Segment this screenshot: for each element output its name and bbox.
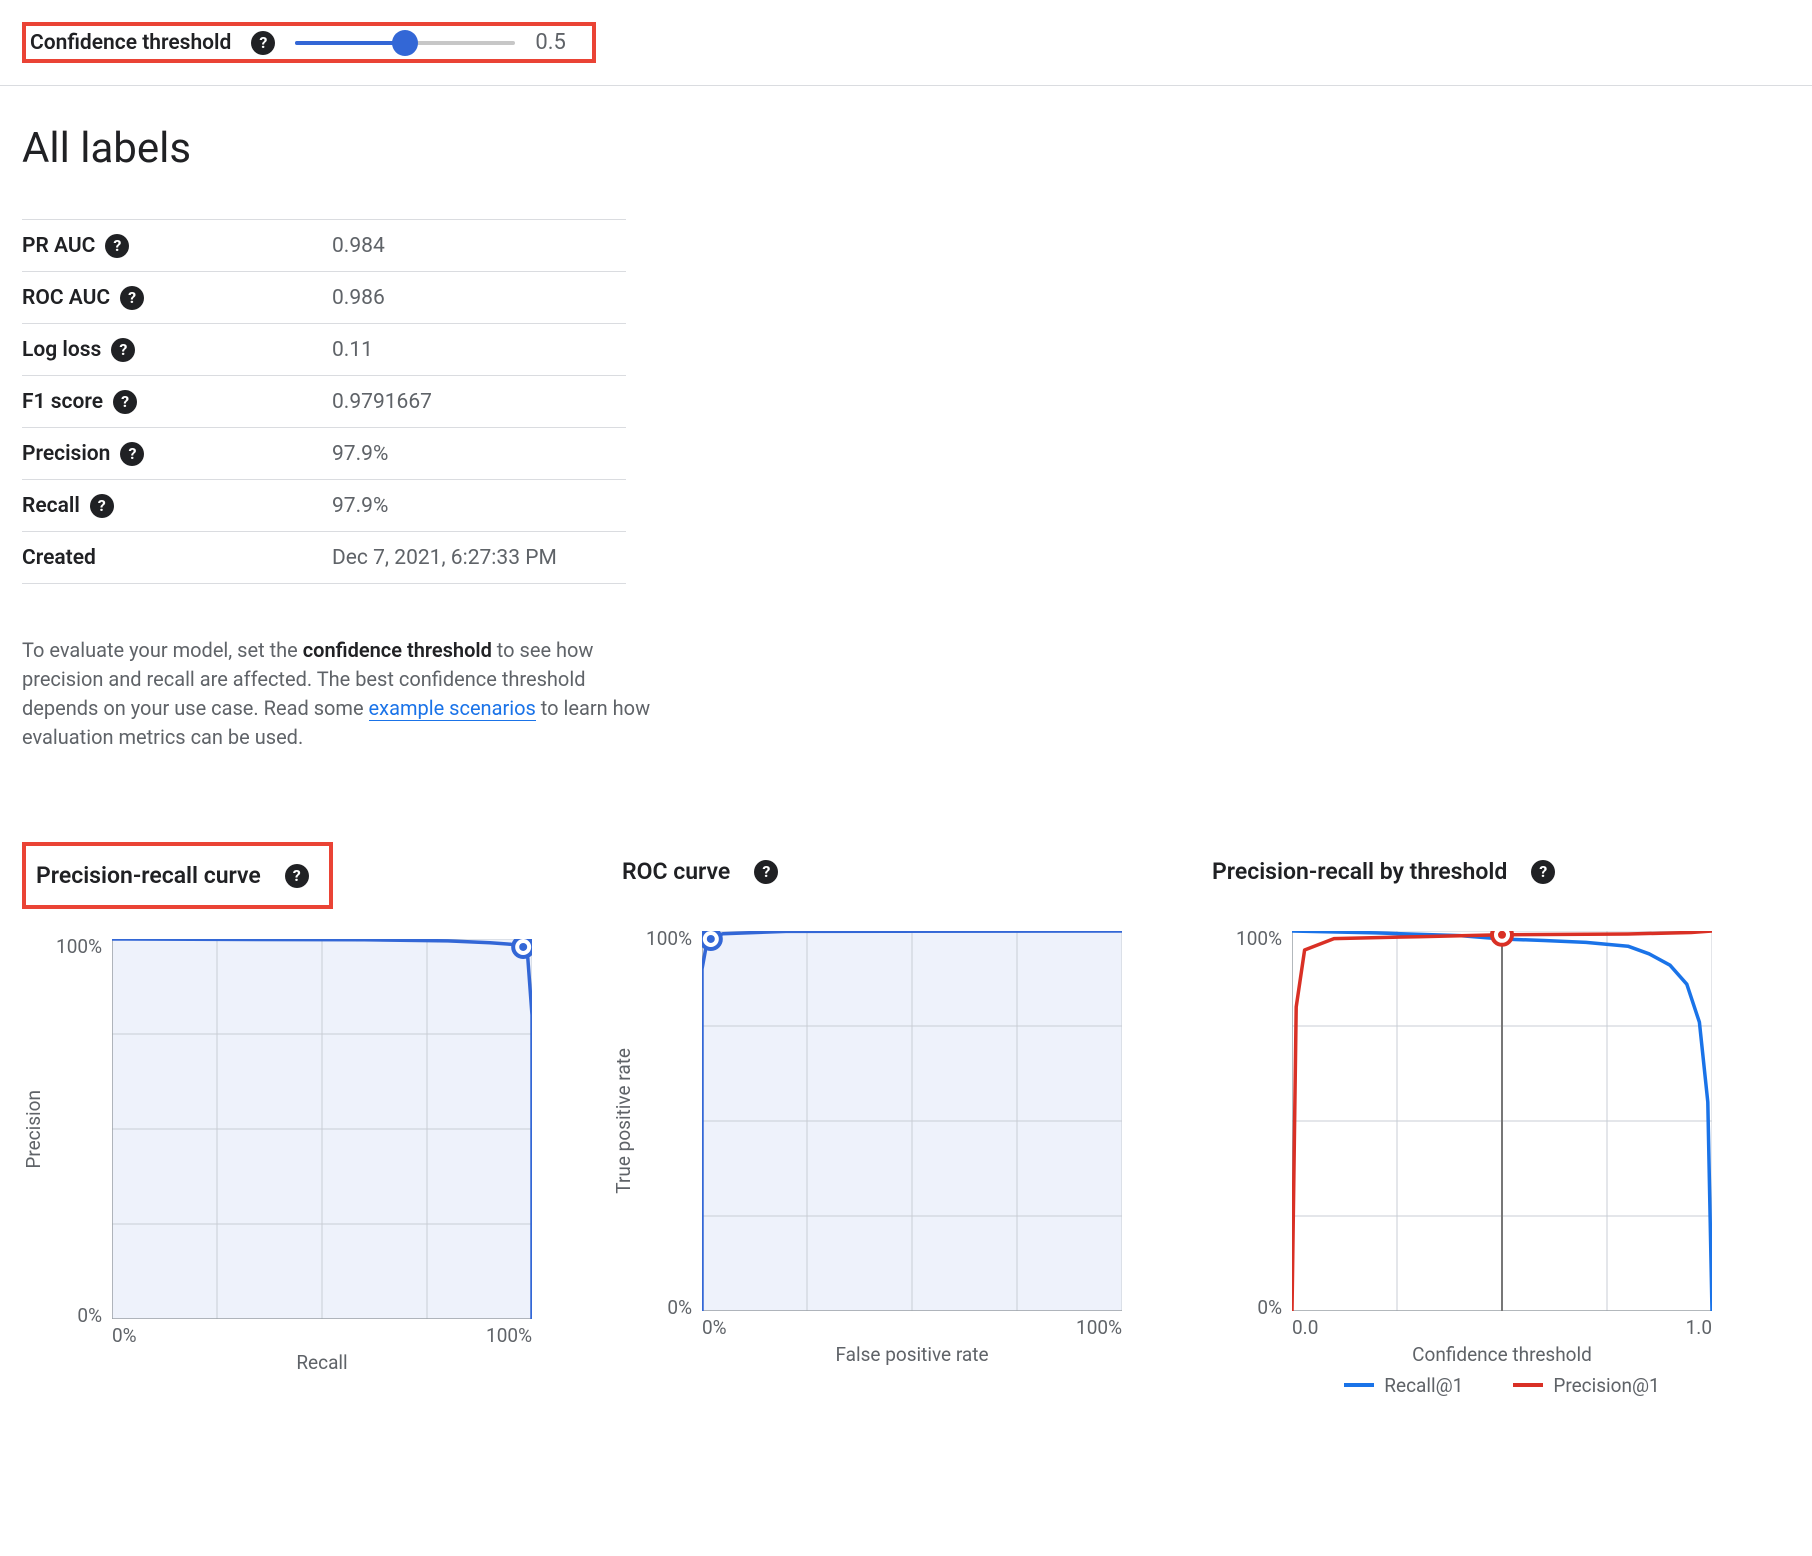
- metric-label: Created: [22, 546, 96, 570]
- x-tick: 0.0: [1292, 1316, 1318, 1339]
- metric-row: F1 score? 0.9791667: [22, 376, 626, 428]
- metric-label: Log loss: [22, 338, 101, 362]
- confidence-threshold-slider[interactable]: [295, 31, 515, 55]
- pr-curve-title: Precision-recall curve ?: [22, 842, 333, 909]
- help-icon[interactable]: ?: [120, 442, 144, 466]
- pr-curve-block: Precision-recall curve ? Precision 100% …: [22, 842, 532, 1397]
- y-tick: 100%: [1236, 927, 1282, 950]
- metric-value: 0.986: [332, 286, 385, 310]
- x-tick: 0%: [112, 1324, 137, 1347]
- metric-row: Log loss? 0.11: [22, 324, 626, 376]
- metric-value: 0.984: [332, 234, 385, 258]
- y-tick: 0%: [667, 1296, 692, 1319]
- help-icon[interactable]: ?: [90, 494, 114, 518]
- legend-item: Precision@1: [1513, 1374, 1659, 1397]
- y-tick: 0%: [77, 1304, 102, 1327]
- metric-row: ROC AUC? 0.986: [22, 272, 626, 324]
- confidence-threshold-value: 0.5: [535, 30, 566, 55]
- metric-label: Recall: [22, 494, 80, 518]
- metric-value: Dec 7, 2021, 6:27:33 PM: [332, 546, 557, 570]
- metric-value: 0.9791667: [332, 390, 432, 414]
- y-tick: 0%: [1257, 1296, 1282, 1319]
- prt-curve-xlabel: Confidence threshold: [1292, 1339, 1712, 1366]
- example-scenarios-link[interactable]: example scenarios: [369, 696, 536, 721]
- x-tick: 100%: [486, 1324, 532, 1347]
- metric-row: Created Dec 7, 2021, 6:27:33 PM: [22, 532, 626, 584]
- prt-curve-chart: [1292, 931, 1712, 1311]
- help-icon[interactable]: ?: [111, 338, 135, 362]
- roc-curve-block: ROC curve ? True positive rate 100% 0% 0…: [612, 842, 1122, 1397]
- pr-curve-ylabel: Precision: [22, 1090, 56, 1169]
- help-icon[interactable]: ?: [1531, 860, 1555, 884]
- page-title: All labels: [22, 124, 1790, 173]
- x-tick: 1.0: [1686, 1316, 1712, 1339]
- y-tick: 100%: [646, 927, 692, 950]
- metric-row: Precision? 97.9%: [22, 428, 626, 480]
- metric-row: Recall? 97.9%: [22, 480, 626, 532]
- prt-legend: Recall@1 Precision@1: [1292, 1368, 1712, 1397]
- confidence-threshold-label: Confidence threshold: [30, 31, 231, 55]
- metric-label: ROC AUC: [22, 286, 110, 310]
- roc-curve-chart: [702, 931, 1122, 1311]
- help-paragraph: To evaluate your model, set the confiden…: [22, 636, 662, 752]
- metric-row: PR AUC? 0.984: [22, 220, 626, 272]
- help-icon[interactable]: ?: [113, 390, 137, 414]
- metric-value: 97.9%: [332, 442, 388, 466]
- metric-label: PR AUC: [22, 234, 95, 258]
- pr-curve-xlabel: Recall: [112, 1347, 532, 1374]
- help-icon[interactable]: ?: [120, 286, 144, 310]
- metric-label: Precision: [22, 442, 110, 466]
- y-tick: 100%: [56, 935, 102, 958]
- help-icon[interactable]: ?: [251, 31, 275, 55]
- metric-value: 97.9%: [332, 494, 388, 518]
- confidence-threshold-control: Confidence threshold ? 0.5: [22, 22, 596, 63]
- roc-curve-title: ROC curve ?: [612, 842, 798, 901]
- prt-curve-block: Precision-recall by threshold ? 100% 0% …: [1202, 842, 1712, 1397]
- metric-label: F1 score: [22, 390, 103, 414]
- metric-value: 0.11: [332, 338, 373, 362]
- roc-curve-xlabel: False positive rate: [702, 1339, 1122, 1366]
- slider-thumb[interactable]: [392, 30, 418, 56]
- roc-curve-ylabel: True positive rate: [612, 1048, 646, 1194]
- prt-curve-title: Precision-recall by threshold ?: [1202, 842, 1575, 901]
- pr-curve-chart: [112, 939, 532, 1319]
- metrics-table: PR AUC? 0.984 ROC AUC? 0.986 Log loss? 0.11 F1…: [22, 219, 626, 584]
- help-icon[interactable]: ?: [285, 864, 309, 888]
- legend-item: Recall@1: [1344, 1374, 1463, 1397]
- help-icon[interactable]: ?: [105, 234, 129, 258]
- help-icon[interactable]: ?: [754, 860, 778, 884]
- x-tick: 0%: [702, 1316, 727, 1339]
- x-tick: 100%: [1076, 1316, 1122, 1339]
